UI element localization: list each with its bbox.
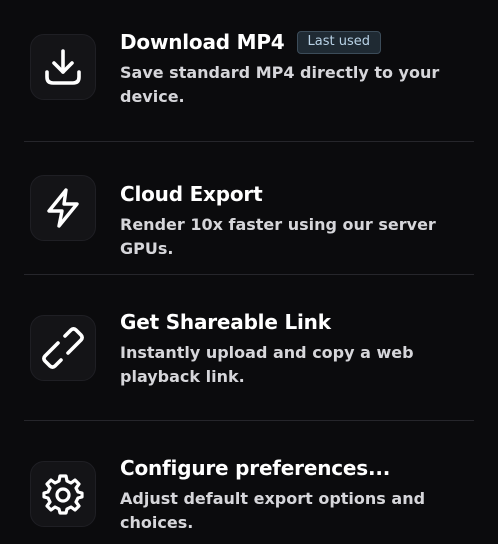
gear-icon	[30, 461, 96, 527]
download-mp4-option[interactable]: Download MP4 Last used Save standard MP4…	[24, 0, 474, 141]
option-title: Get Shareable Link	[120, 310, 331, 334]
option-title: Configure preferences...	[120, 456, 391, 480]
option-description: Instantly upload and copy a web playback…	[120, 343, 414, 386]
shareable-link-option[interactable]: Get Shareable Link Instantly upload and …	[24, 275, 474, 420]
option-title: Download MP4	[120, 30, 285, 54]
configure-preferences-option[interactable]: Configure preferences... Adjust default …	[24, 421, 474, 544]
option-description: Save standard MP4 directly to your devic…	[120, 63, 440, 106]
last-used-badge: Last used	[296, 30, 381, 54]
cloud-export-option[interactable]: Cloud Export Render 10x faster using our…	[24, 142, 474, 274]
download-icon	[30, 34, 96, 100]
export-options-menu: Download MP4 Last used Save standard MP4…	[0, 0, 498, 544]
option-description: Render 10x faster using our server GPUs.	[120, 215, 436, 258]
link-icon	[30, 315, 96, 381]
option-title: Cloud Export	[120, 182, 263, 206]
lightning-icon	[30, 175, 96, 241]
option-description: Adjust default export options and choice…	[120, 489, 426, 532]
